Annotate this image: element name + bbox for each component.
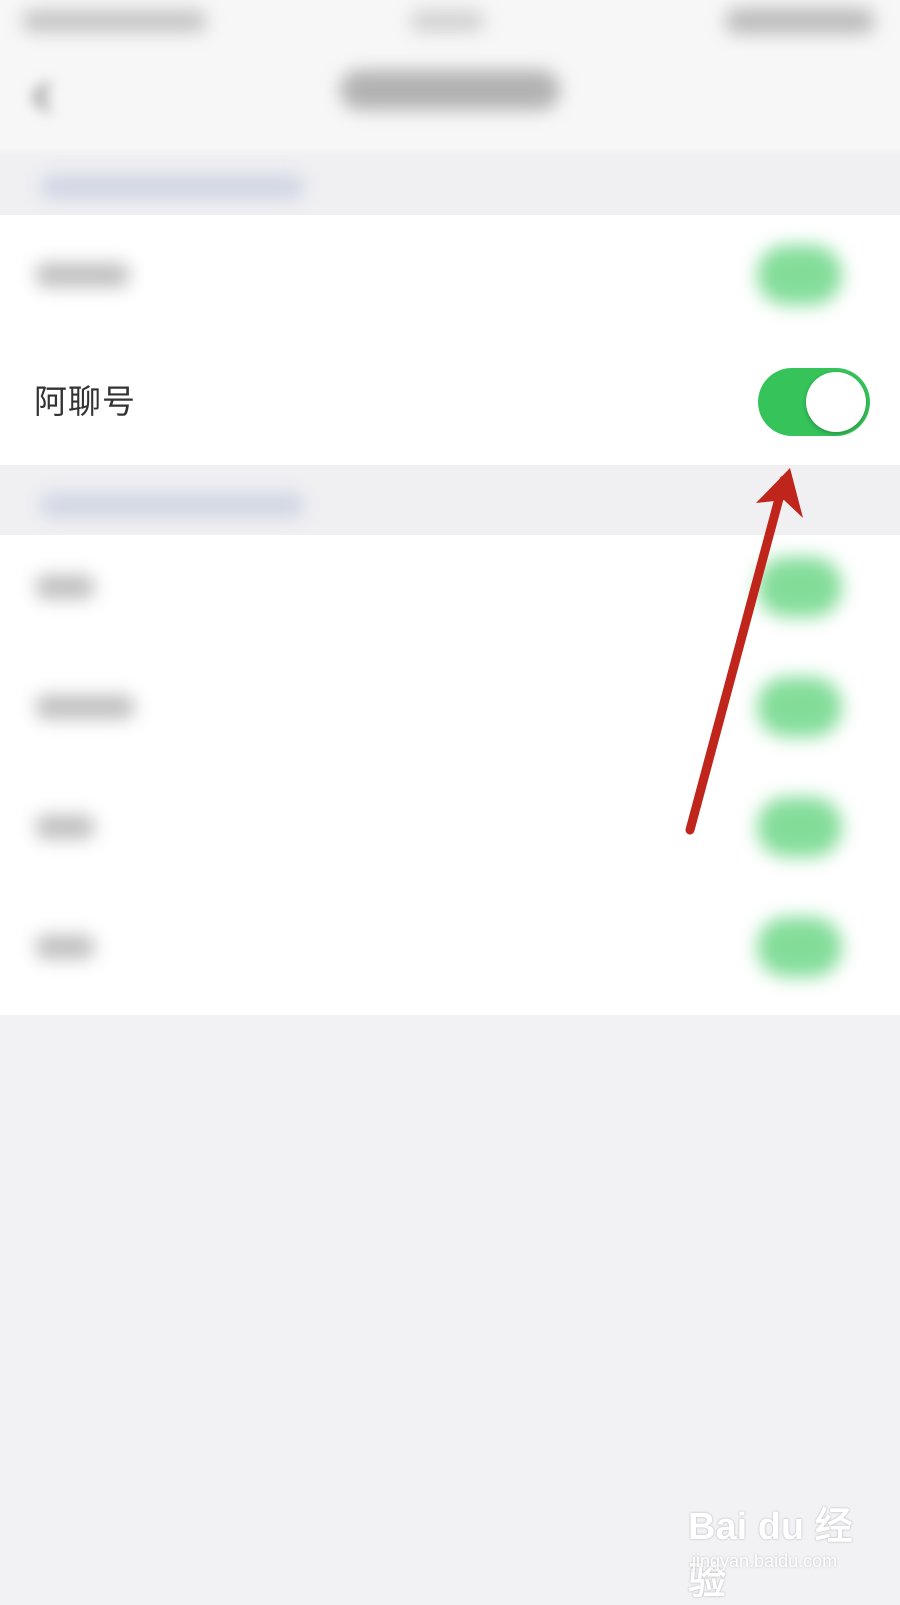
toggle-switch[interactable] <box>757 797 842 857</box>
settings-group-2 <box>0 535 900 1015</box>
settings-row-1[interactable] <box>0 215 900 335</box>
section-header-2 <box>0 465 900 535</box>
row-label <box>35 935 95 959</box>
settings-row-2[interactable] <box>0 535 900 655</box>
toggle-knob <box>806 372 866 432</box>
settings-row-3[interactable] <box>0 655 900 775</box>
settings-row-alias-id[interactable]: 阿聊号 <box>0 330 900 460</box>
watermark-url: jingyan.baidu.com <box>692 1551 838 1571</box>
toggle-switch[interactable] <box>757 557 842 617</box>
watermark-logo: Bai du 经验 <box>688 1506 853 1603</box>
status-bar <box>0 0 900 50</box>
toggle-switch[interactable] <box>757 677 842 737</box>
row-label <box>35 815 95 839</box>
baidu-watermark: Bai du 经验 jingyan.baidu.com <box>688 1495 868 1603</box>
page-title <box>340 70 560 110</box>
status-battery-icon <box>725 8 875 34</box>
toggle-switch[interactable] <box>757 917 842 977</box>
settings-row-5[interactable] <box>0 895 900 1015</box>
row-label <box>35 575 95 599</box>
status-carrier <box>410 10 485 32</box>
toggle-switch[interactable] <box>757 245 842 305</box>
status-time <box>22 10 207 32</box>
row-label <box>35 263 130 287</box>
alias-id-toggle[interactable] <box>758 368 870 436</box>
row-label: 阿聊号 <box>34 382 136 421</box>
settings-row-4[interactable] <box>0 775 900 895</box>
chevron-left-icon[interactable] <box>28 80 56 114</box>
row-label <box>35 695 135 719</box>
nav-bar <box>0 50 900 150</box>
section-header-1 <box>0 155 900 215</box>
